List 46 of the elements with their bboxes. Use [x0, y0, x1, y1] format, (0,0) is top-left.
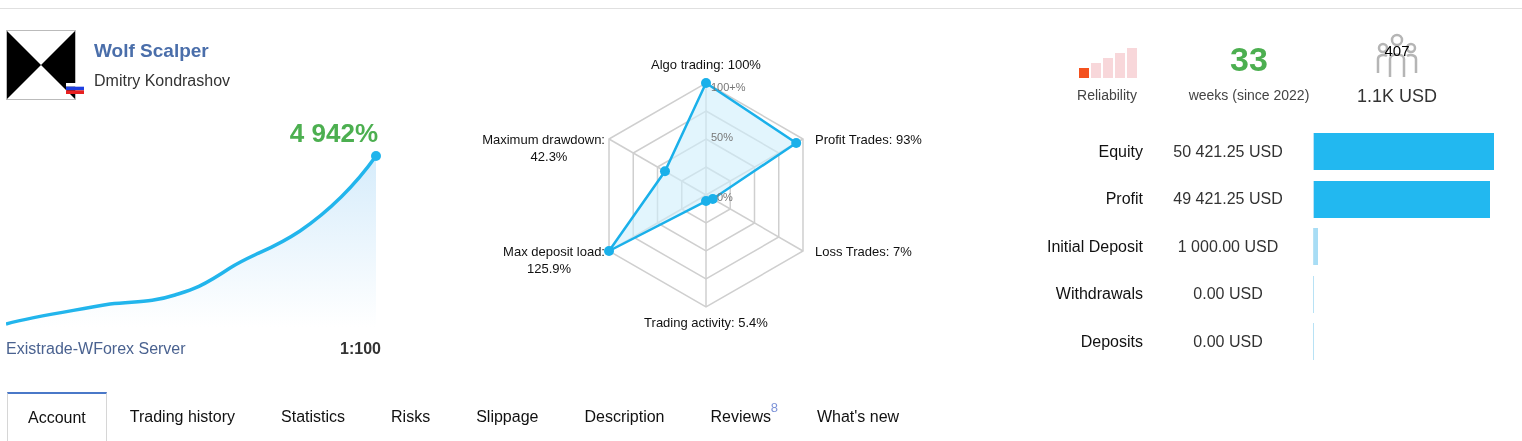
tab[interactable]: What's new: [793, 392, 923, 441]
row-value: 1 000.00 USD: [1177, 236, 1279, 257]
tab[interactable]: Slippage: [453, 392, 562, 441]
axis-value: 42.3%: [530, 149, 568, 164]
tab[interactable]: Trading history: [106, 392, 259, 441]
tab[interactable]: Statistics: [258, 392, 369, 441]
tab[interactable]: Description: [561, 392, 688, 441]
axis-label: Profit Trades: 93%: [815, 132, 922, 147]
row-value: 0.00 USD: [1193, 284, 1263, 305]
row-label: Equity: [1097, 141, 1143, 162]
growth-percent: 4 942%: [289, 118, 378, 148]
row-label: Initial Deposit: [1045, 236, 1143, 257]
radar-point: [604, 246, 614, 256]
avatar-icon: [6, 30, 76, 100]
axis-label: Trading activity: 5.4%: [644, 315, 768, 330]
server-link[interactable]: Existrade-WForex Server: [6, 337, 186, 361]
radar-point: [701, 196, 711, 207]
author-name: Dmitry Kondrashov: [94, 71, 231, 91]
radar-point: [791, 137, 802, 148]
subscribers-count: 407: [1383, 43, 1411, 59]
ring-label: 100+%: [711, 81, 746, 93]
row-label: Profit: [1104, 189, 1143, 210]
axis-label: Maximum drawdown:: [482, 132, 605, 147]
radar-point: [701, 78, 711, 88]
leverage: 1:100: [340, 339, 381, 359]
review-count: 8: [770, 401, 778, 415]
weeks-label: weeks (since 2022): [1188, 86, 1310, 105]
row-value: 0.00 USD: [1193, 331, 1263, 352]
subscribers-funds: 1.1K USD: [1356, 85, 1437, 108]
row-label: Deposits: [1079, 331, 1143, 352]
axis-label: Loss Trades: 7%: [815, 244, 912, 259]
ring-label: 50%: [711, 131, 734, 143]
row-value: 50 421.25 USD: [1173, 141, 1283, 162]
signal-name-link[interactable]: Wolf Scalper: [94, 39, 231, 63]
tab[interactable]: Account: [7, 392, 107, 441]
weeks-count: 33: [1230, 39, 1268, 79]
flag-icon: [66, 83, 84, 94]
subscribers-icon: [1376, 33, 1418, 79]
radar-point: [659, 166, 670, 177]
axis-label: Max deposit load:: [503, 244, 605, 259]
row-label: Withdrawals: [1054, 284, 1143, 305]
tab[interactable]: Risks: [368, 392, 454, 441]
axis-label: Algo trading: 100%: [651, 57, 761, 72]
reliability-label: Reliability: [1077, 86, 1137, 105]
row-value: 49 421.25 USD: [1173, 189, 1283, 210]
axis-value: 125.9%: [526, 261, 572, 276]
